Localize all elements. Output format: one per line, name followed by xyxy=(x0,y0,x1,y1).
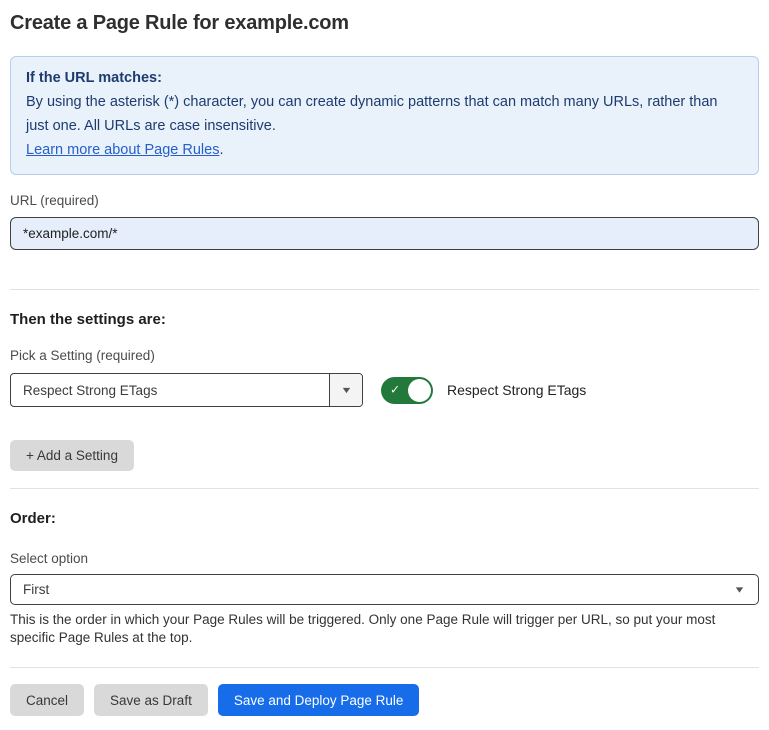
pick-setting-label: Pick a Setting (required) xyxy=(10,348,759,363)
settings-section-heading: Then the settings are: xyxy=(10,311,759,328)
divider xyxy=(10,488,759,489)
order-select-value: First xyxy=(23,582,49,597)
chevron-down-icon: ▼ xyxy=(733,585,745,594)
setting-select-value: Respect Strong ETags xyxy=(11,374,329,406)
info-box-heading: If the URL matches: xyxy=(26,66,743,90)
toggle-knob xyxy=(408,379,431,402)
learn-more-link[interactable]: Learn more about Page Rules xyxy=(26,142,219,158)
setting-select[interactable]: Respect Strong ETags ▼ xyxy=(10,373,363,407)
footer-button-row: Cancel Save as Draft Save and Deploy Pag… xyxy=(10,684,759,716)
url-match-info-box: If the URL matches: By using the asteris… xyxy=(10,56,759,175)
check-icon: ✓ xyxy=(390,384,400,396)
setting-toggle[interactable]: ✓ xyxy=(381,377,433,404)
divider xyxy=(10,289,759,290)
save-deploy-button[interactable]: Save and Deploy Page Rule xyxy=(218,684,420,716)
setting-select-caret-button[interactable]: ▼ xyxy=(329,374,362,406)
save-draft-button[interactable]: Save as Draft xyxy=(94,684,208,716)
url-input[interactable] xyxy=(10,217,759,250)
page-title: Create a Page Rule for example.com xyxy=(10,12,759,35)
link-suffix: . xyxy=(219,142,223,158)
cancel-button[interactable]: Cancel xyxy=(10,684,84,716)
info-box-body: By using the asterisk (*) character, you… xyxy=(26,90,743,138)
order-help-text: This is the order in which your Page Rul… xyxy=(10,611,759,646)
order-section-heading: Order: xyxy=(10,510,759,527)
add-setting-button[interactable]: + Add a Setting xyxy=(10,440,134,471)
page-rule-form: Create a Page Rule for example.com If th… xyxy=(0,12,769,716)
info-box-link-line: Learn more about Page Rules. xyxy=(26,138,743,162)
order-select[interactable]: First ▼ xyxy=(10,574,759,605)
chevron-down-icon: ▼ xyxy=(340,386,352,395)
setting-toggle-label: Respect Strong ETags xyxy=(447,382,586,398)
order-select-label: Select option xyxy=(10,551,759,566)
divider xyxy=(10,667,759,668)
setting-row: Respect Strong ETags ▼ ✓ Respect Strong … xyxy=(10,373,759,407)
url-label: URL (required) xyxy=(10,193,759,208)
